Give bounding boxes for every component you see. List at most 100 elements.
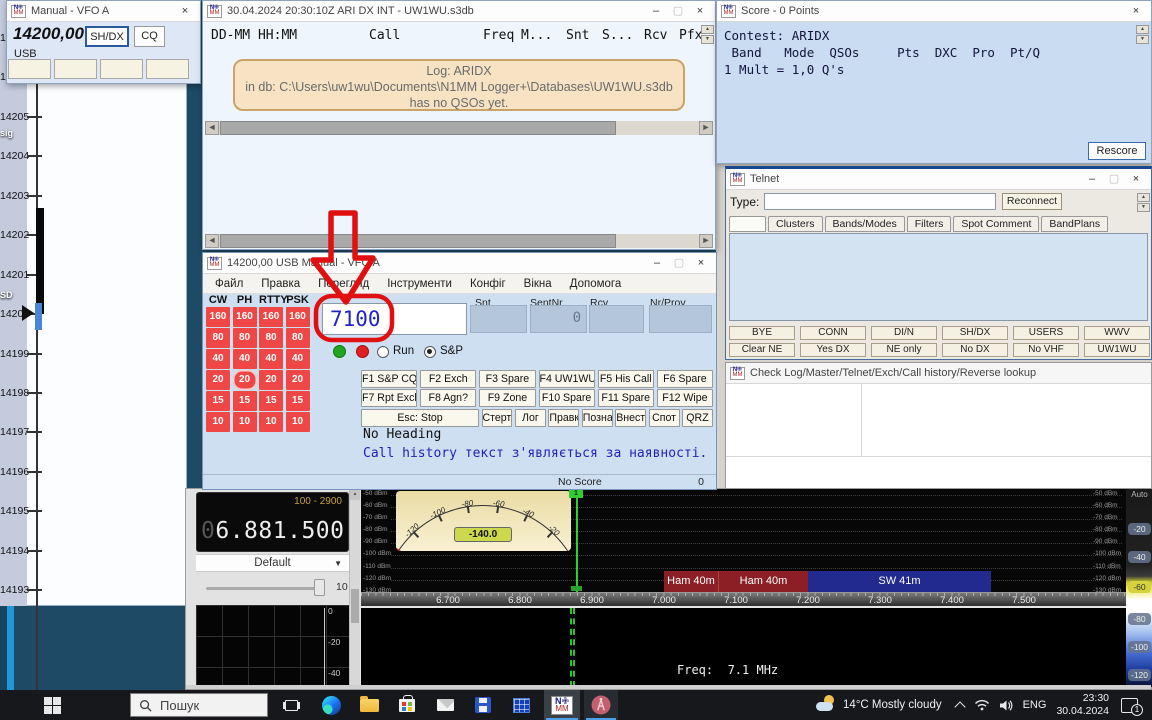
vfo-memory-box[interactable] <box>100 59 143 79</box>
function-key-button[interactable]: F10 Spare <box>539 389 595 407</box>
close-icon[interactable]: × <box>174 2 196 20</box>
minimize-icon[interactable]: – <box>646 254 668 272</box>
band-button[interactable]: 40 <box>286 349 310 369</box>
sdr-frequency-digits[interactable]: 06.881.500 <box>201 518 344 544</box>
band-button[interactable]: 20 <box>206 370 230 390</box>
notification-center-icon[interactable]: 1 <box>1121 698 1138 713</box>
telnet-command-button[interactable]: UW1WU <box>1084 343 1150 357</box>
intensity-chip[interactable]: -120 <box>1128 669 1151 681</box>
log-titlebar[interactable]: N✙MM 30.04.2024 20:30:10Z ARI DX INT - U… <box>203 1 715 22</box>
save-app-icon[interactable] <box>468 690 498 720</box>
band-button[interactable]: 160 <box>286 307 310 327</box>
band-button[interactable]: 10 <box>233 412 257 432</box>
log-hscrollbar[interactable]: ◄ ► <box>205 121 713 135</box>
maximize-icon[interactable]: ▢ <box>668 254 690 272</box>
score-spinner[interactable]: ▲▼ <box>1136 25 1149 44</box>
rescore-button[interactable]: Rescore <box>1088 142 1146 160</box>
action-button[interactable]: Стерти <box>482 409 513 427</box>
search-input[interactable]: Пошук <box>130 693 268 717</box>
telnet-command-button[interactable]: WWV <box>1084 326 1150 340</box>
auto-scale-button[interactable]: Auto <box>1126 490 1152 499</box>
bandmap-frequency-row[interactable]: 14198 <box>0 373 187 412</box>
minimize-icon[interactable]: – <box>645 2 667 20</box>
callsign-input[interactable]: 7100 <box>322 303 467 335</box>
band-button[interactable]: 15 <box>286 391 310 411</box>
waterfall-display[interactable]: Freq: 7.1 MHz <box>361 608 1126 687</box>
bandmap-frequency-row[interactable]: 14204 <box>0 136 187 175</box>
frequency-scale[interactable]: 6.7006.8006.9007.0007.1007.2007.3007.400… <box>361 592 1126 606</box>
chevron-up-icon[interactable] <box>954 701 965 712</box>
band-button[interactable]: 40 <box>233 349 257 369</box>
slider-handle[interactable] <box>314 579 325 596</box>
telnet-command-button[interactable]: SH/DX <box>942 326 1008 340</box>
intensity-chip[interactable]: -60 <box>1128 581 1151 593</box>
function-key-button[interactable]: F9 Zone <box>479 389 535 407</box>
log-column-header[interactable]: M... <box>521 28 552 43</box>
bandmap-frequency-row[interactable]: 14193 <box>0 570 187 606</box>
preset-dropdown[interactable]: Default ▼ <box>196 554 349 572</box>
intensity-chip[interactable]: -80 <box>1128 613 1151 625</box>
function-key-button[interactable]: F2 Exch <box>420 370 476 388</box>
band-button[interactable]: 40 <box>206 349 230 369</box>
close-icon[interactable]: × <box>1125 170 1147 188</box>
maximize-icon[interactable]: ▢ <box>667 2 689 20</box>
function-key-button[interactable]: F12 Wipe <box>657 389 713 407</box>
slider-track[interactable] <box>206 587 323 590</box>
band-button[interactable]: 10 <box>259 412 283 432</box>
action-button[interactable]: Спот <box>649 409 680 427</box>
action-button[interactable]: Правка <box>548 409 579 427</box>
function-key-button[interactable]: F1 S&P CQ <box>361 370 417 388</box>
function-key-button[interactable]: F7 Rpt Exch <box>361 389 417 407</box>
sdr-frequency-display[interactable]: 100 - 2900 06.881.500 <box>196 492 349 552</box>
maximize-icon[interactable]: ▢ <box>1103 170 1125 188</box>
telnet-tab[interactable]: Bands/Modes <box>825 216 905 232</box>
telnet-tab[interactable] <box>729 216 766 232</box>
close-icon[interactable]: × <box>690 254 712 272</box>
telnet-command-button[interactable]: DI/N <box>871 326 937 340</box>
edge-browser-icon[interactable] <box>316 690 346 720</box>
telnet-command-button[interactable]: Yes DX <box>800 343 866 357</box>
telnet-command-button[interactable]: Clear NE <box>729 343 795 357</box>
band-button[interactable]: 160 <box>233 307 257 327</box>
vfo-memory-box[interactable] <box>8 59 51 79</box>
scrollbar-thumb[interactable] <box>351 589 359 623</box>
bandmap-frequency-row[interactable]: 14196 <box>0 452 187 491</box>
band-button[interactable]: 10 <box>286 412 310 432</box>
band-overlay-ham40m[interactable]: Ham 40m <box>718 571 808 592</box>
weather-text[interactable]: 14°C Mostly cloudy <box>843 699 942 711</box>
telnet-tab[interactable]: Filters <box>907 216 952 232</box>
bandmap-frequency-row[interactable]: 14194 <box>0 531 187 570</box>
band-button[interactable]: 15 <box>233 391 257 411</box>
menu-item[interactable]: Конфіг <box>470 278 506 290</box>
function-key-button[interactable]: F6 Spare <box>657 370 713 388</box>
action-button[interactable]: Внести <box>615 409 646 427</box>
bandmap-frequency-row[interactable]: 14202 <box>0 215 187 254</box>
action-button[interactable]: Лог <box>515 409 546 427</box>
intensity-chip[interactable]: -40 <box>1128 551 1151 563</box>
band-button[interactable]: 15 <box>206 391 230 411</box>
log-hscrollbar[interactable]: ◄ ► <box>205 234 713 248</box>
bandmap-frequency-row[interactable]: 14201 <box>0 255 187 294</box>
close-icon[interactable]: × <box>1125 2 1147 20</box>
telnet-command-button[interactable]: BYE <box>729 326 795 340</box>
log-column-header[interactable]: Snt <box>566 28 589 43</box>
band-button[interactable]: 80 <box>259 328 283 348</box>
spectrum-display[interactable]: -50 dBm-60 dBm-70 dBm-80 dBm-90 dBm-100 … <box>361 489 1126 592</box>
scrollbar-thumb[interactable] <box>220 234 616 248</box>
menu-item[interactable]: Правка <box>261 278 300 290</box>
telnet-titlebar[interactable]: N✙MM Telnet – ▢ × <box>726 169 1151 190</box>
band-button[interactable]: 20 <box>259 370 283 390</box>
run-radio[interactable] <box>377 346 389 358</box>
snt-field[interactable] <box>470 305 527 333</box>
start-button[interactable] <box>28 690 76 720</box>
telnet-command-button[interactable]: CONN <box>800 326 866 340</box>
intensity-chip[interactable]: -100 <box>1128 641 1151 653</box>
store-icon[interactable] <box>392 690 422 720</box>
language-indicator[interactable]: ENG <box>1023 699 1047 711</box>
tuning-cursor[interactable] <box>576 489 578 592</box>
weather-icon[interactable] <box>815 695 839 715</box>
wifi-icon[interactable] <box>974 699 990 711</box>
telnet-command-input[interactable] <box>764 193 996 210</box>
clock[interactable]: 23:3030.04.2024 <box>1056 692 1109 718</box>
band-button[interactable]: 80 <box>206 328 230 348</box>
